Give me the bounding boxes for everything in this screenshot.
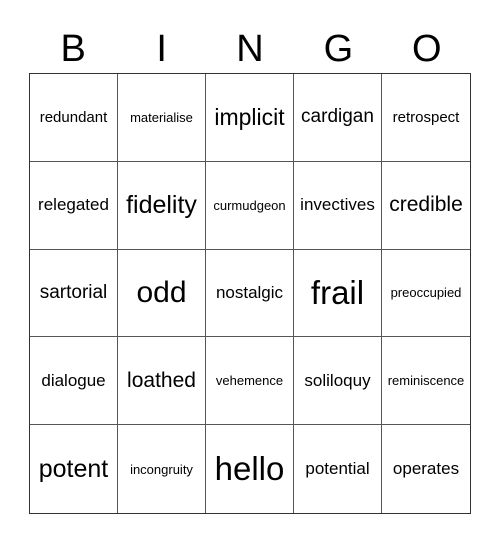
bingo-cell[interactable]: preoccupied <box>382 250 470 338</box>
bingo-cell[interactable]: nostalgic <box>206 249 294 338</box>
bingo-cell[interactable]: potential <box>294 425 382 513</box>
bingo-cell[interactable]: credible <box>382 162 470 250</box>
bingo-header: B I N G O <box>29 26 471 72</box>
bingo-cell[interactable]: odd <box>118 249 206 338</box>
bingo-cell[interactable]: curmudgeon <box>206 161 294 250</box>
bingo-grid: redundant materialise implicit cardigan … <box>29 73 471 514</box>
bingo-cell[interactable]: frail <box>294 249 382 338</box>
bingo-cell[interactable]: relegated <box>30 161 118 250</box>
bingo-cell[interactable]: hello <box>206 425 294 513</box>
bingo-cell[interactable]: reminiscence <box>382 337 470 426</box>
header-letter-n: N <box>236 28 264 70</box>
bingo-cell[interactable]: redundant <box>30 74 118 162</box>
bingo-cell[interactable]: operates <box>382 425 470 513</box>
bingo-cell[interactable]: vehemence <box>206 337 294 426</box>
bingo-cell[interactable]: cardigan <box>294 74 382 162</box>
header-letter-o: O <box>412 28 442 70</box>
bingo-cell[interactable]: loathed <box>118 337 206 426</box>
header-letter-b: B <box>60 28 86 70</box>
bingo-cell[interactable]: soliloquy <box>294 337 382 426</box>
header-letter-i: I <box>156 28 167 70</box>
bingo-cell[interactable]: retrospect <box>382 74 470 162</box>
header-letter-g: G <box>323 28 354 70</box>
bingo-cell[interactable]: invectives <box>294 161 382 250</box>
bingo-cell[interactable]: incongruity <box>118 425 206 513</box>
bingo-cell[interactable]: fidelity <box>118 161 206 250</box>
bingo-cell[interactable]: implicit <box>206 74 294 162</box>
bingo-cell[interactable]: sartorial <box>30 249 118 338</box>
bingo-cell[interactable]: potent <box>30 425 118 513</box>
bingo-cell[interactable]: materialise <box>118 74 206 162</box>
bingo-cell[interactable]: dialogue <box>30 337 118 426</box>
